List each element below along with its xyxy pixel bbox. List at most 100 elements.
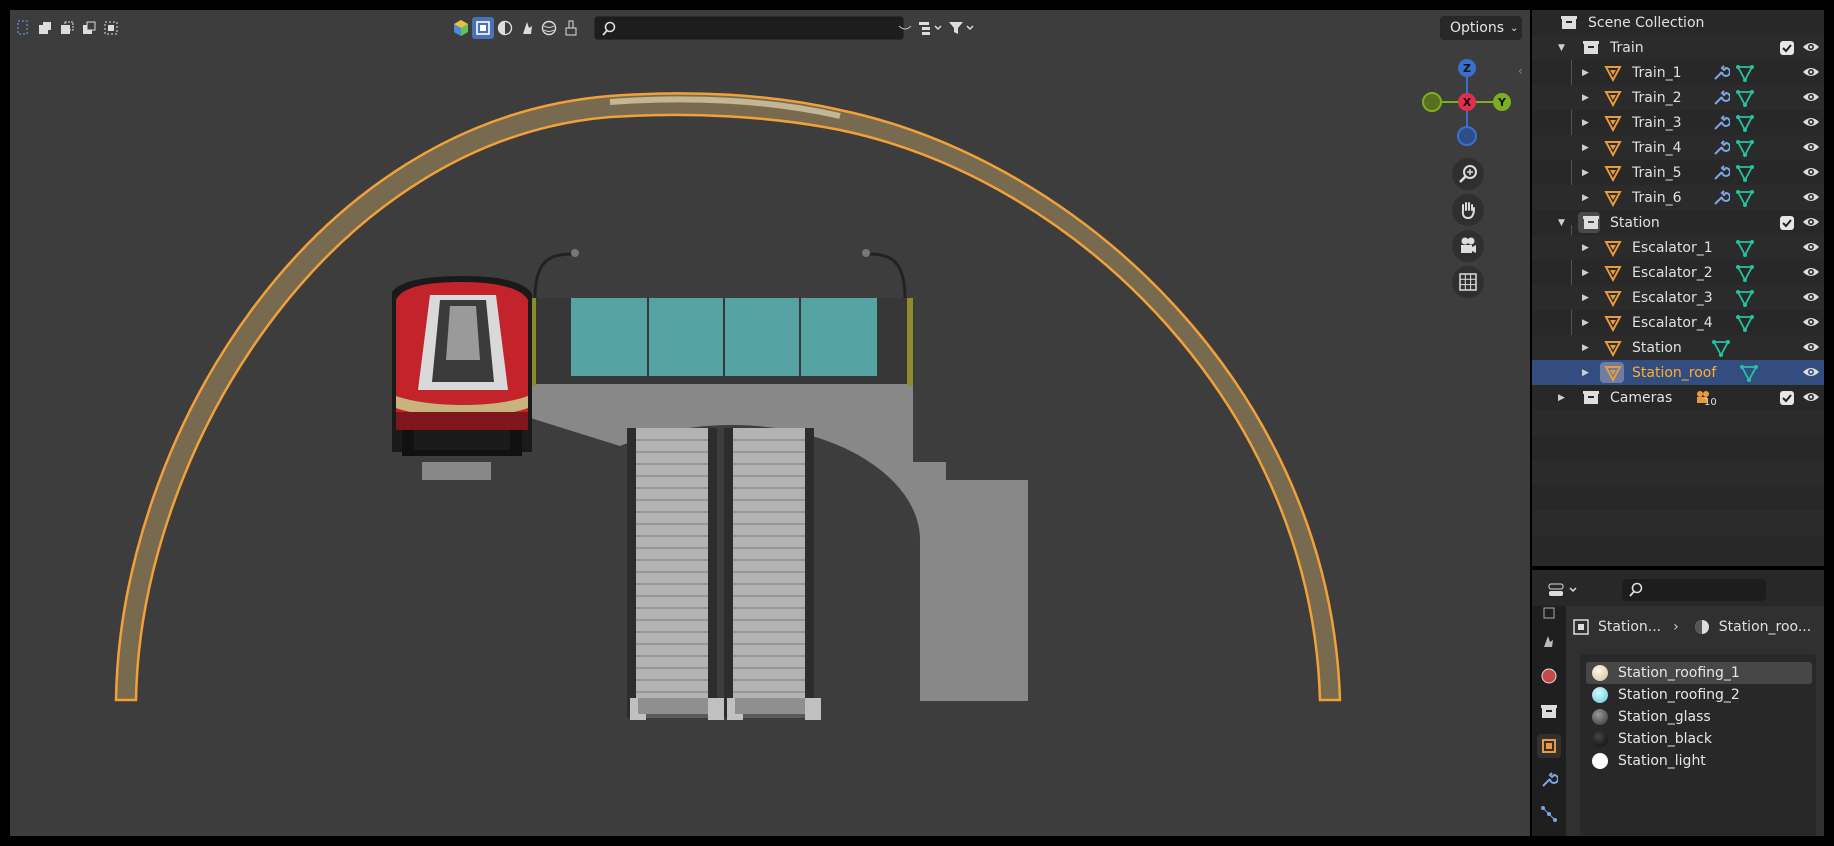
material-slot[interactable]: Station_roofing_1	[1586, 662, 1812, 684]
object-row-selected[interactable]: ▶ Station_roof	[1532, 360, 1824, 385]
object-row[interactable]: ▶ Escalator_1	[1532, 235, 1824, 260]
checkbox-checked-icon[interactable]	[1780, 41, 1794, 55]
mesh-data-icon[interactable]	[1736, 139, 1754, 157]
brush-icon[interactable]	[560, 17, 582, 39]
eye-icon[interactable]	[1802, 40, 1820, 54]
wrench-icon[interactable]	[1712, 64, 1730, 82]
eye-icon[interactable]	[1802, 340, 1820, 354]
viewport-scene[interactable]	[10, 10, 1530, 836]
object-row[interactable]: ▶ Train_5	[1532, 160, 1824, 185]
object-row[interactable]: ▶ Escalator_3	[1532, 285, 1824, 310]
material-preview-icon[interactable]	[516, 17, 538, 39]
object-row[interactable]: ▶ Train_3	[1532, 110, 1824, 135]
mesh-data-icon[interactable]	[1736, 89, 1754, 107]
camera-icon[interactable]	[1452, 230, 1484, 262]
tab-tool[interactable]	[1537, 600, 1561, 624]
material-slot[interactable]: Station_black	[1586, 728, 1812, 750]
expand-right-icon[interactable]: ▶	[1582, 143, 1589, 153]
expand-down-icon[interactable]: ▼	[1558, 218, 1565, 228]
display-mode-icon[interactable]	[916, 17, 946, 39]
mesh-data-icon[interactable]	[1736, 64, 1754, 82]
expand-right-icon[interactable]: ▶	[1582, 68, 1589, 78]
wrench-icon[interactable]	[1712, 189, 1730, 207]
checkbox-checked-icon[interactable]	[1780, 391, 1794, 405]
eye-icon[interactable]	[1802, 165, 1820, 179]
mesh-data-icon[interactable]	[1736, 289, 1754, 307]
collection-row-cameras[interactable]: ▶ Cameras 10	[1532, 385, 1824, 410]
material-slot[interactable]: Station_glass	[1586, 706, 1812, 728]
object-row[interactable]: ▶ Train_6	[1532, 185, 1824, 210]
zoom-icon[interactable]	[1452, 158, 1484, 190]
mesh-data-icon[interactable]	[1736, 264, 1754, 282]
eye-icon[interactable]	[1802, 65, 1820, 79]
mesh-data-icon[interactable]	[1740, 364, 1758, 382]
scene-collection-row[interactable]: Scene Collection	[1532, 10, 1824, 35]
material-preview-sphere-icon[interactable]	[450, 17, 472, 39]
wrench-icon[interactable]	[1712, 139, 1730, 157]
eye-icon[interactable]	[1802, 115, 1820, 129]
wireframe-icon[interactable]	[472, 17, 494, 39]
material-slot[interactable]: Station_light	[1586, 750, 1812, 772]
restrict-icon[interactable]	[894, 17, 916, 39]
mesh-data-icon[interactable]	[1736, 114, 1754, 132]
viewport-search-input[interactable]	[594, 16, 904, 40]
expand-right-icon[interactable]: ▶	[1582, 118, 1589, 128]
expand-right-icon[interactable]: ▶	[1582, 343, 1589, 353]
mesh-data-icon[interactable]	[1712, 339, 1730, 357]
eye-icon[interactable]	[1802, 240, 1820, 254]
mesh-data-icon[interactable]	[1736, 239, 1754, 257]
solid-icon[interactable]	[494, 17, 516, 39]
eye-icon[interactable]	[1802, 265, 1820, 279]
filter-icon[interactable]	[946, 17, 976, 39]
select-new-icon[interactable]	[34, 17, 56, 39]
eye-icon[interactable]	[1802, 215, 1820, 229]
checkbox-checked-icon[interactable]	[1780, 216, 1794, 230]
options-dropdown[interactable]: Options ⌄	[1440, 16, 1522, 40]
expand-right-icon[interactable]: ▶	[1582, 93, 1589, 103]
collection-row-station[interactable]: ▼ Station	[1532, 210, 1824, 235]
material-slot-list[interactable]: Station_roofing_1 Station_roofing_2 Stat…	[1580, 654, 1816, 836]
select-box-icon[interactable]	[12, 17, 34, 39]
expand-right-icon[interactable]: ▶	[1582, 268, 1589, 278]
eye-icon[interactable]	[1802, 315, 1820, 329]
tab-collection[interactable]	[1537, 700, 1561, 724]
train-front[interactable]	[392, 276, 532, 456]
tab-world[interactable]	[1537, 664, 1561, 688]
mesh-data-icon[interactable]	[1736, 189, 1754, 207]
object-row[interactable]: ▶ Station	[1532, 335, 1824, 360]
rendered-icon[interactable]	[538, 17, 560, 39]
expand-right-icon[interactable]: ▶	[1582, 243, 1589, 253]
tab-modifiers[interactable]	[1537, 768, 1561, 792]
object-row[interactable]: ▶ Escalator_4	[1532, 310, 1824, 335]
properties-editor[interactable]: Station... › Station_roo... Station_roof…	[1532, 570, 1824, 836]
eye-icon[interactable]	[1802, 365, 1820, 379]
mesh-data-icon[interactable]	[1736, 164, 1754, 182]
eye-icon[interactable]	[1802, 190, 1820, 204]
3d-viewport[interactable]: Options ⌄ Z Y X ‹	[10, 10, 1530, 836]
wrench-icon[interactable]	[1712, 164, 1730, 182]
outliner[interactable]: Scene Collection ▼ Train ▶ Train_1 ▶ Tra…	[1532, 10, 1824, 566]
expand-right-icon[interactable]: ▶	[1582, 193, 1589, 203]
expand-right-icon[interactable]: ▶	[1558, 393, 1565, 403]
eye-icon[interactable]	[1802, 140, 1820, 154]
properties-search-input[interactable]	[1622, 579, 1766, 601]
tab-object[interactable]	[1537, 734, 1561, 758]
wrench-icon[interactable]	[1712, 89, 1730, 107]
object-row[interactable]: ▶ Escalator_2	[1532, 260, 1824, 285]
select-subtract-icon[interactable]	[78, 17, 100, 39]
escalators[interactable]	[627, 428, 821, 720]
eye-icon[interactable]	[1802, 390, 1820, 404]
tab-data[interactable]	[1537, 802, 1561, 826]
select-extend-icon[interactable]	[56, 17, 78, 39]
object-row[interactable]: ▶ Train_1	[1532, 60, 1824, 85]
expand-right-icon[interactable]: ▶	[1582, 318, 1589, 328]
sidebar-toggle-icon[interactable]: ‹	[1518, 64, 1523, 78]
object-row[interactable]: ▶ Train_2	[1532, 85, 1824, 110]
tab-render[interactable]	[1537, 630, 1561, 654]
select-intersect-icon[interactable]	[100, 17, 122, 39]
wrench-icon[interactable]	[1712, 114, 1730, 132]
eye-icon[interactable]	[1802, 90, 1820, 104]
material-slot[interactable]: Station_roofing_2	[1586, 684, 1812, 706]
axis-gizmo[interactable]: Z Y X	[1412, 50, 1522, 160]
expand-down-icon[interactable]: ▼	[1558, 43, 1565, 53]
